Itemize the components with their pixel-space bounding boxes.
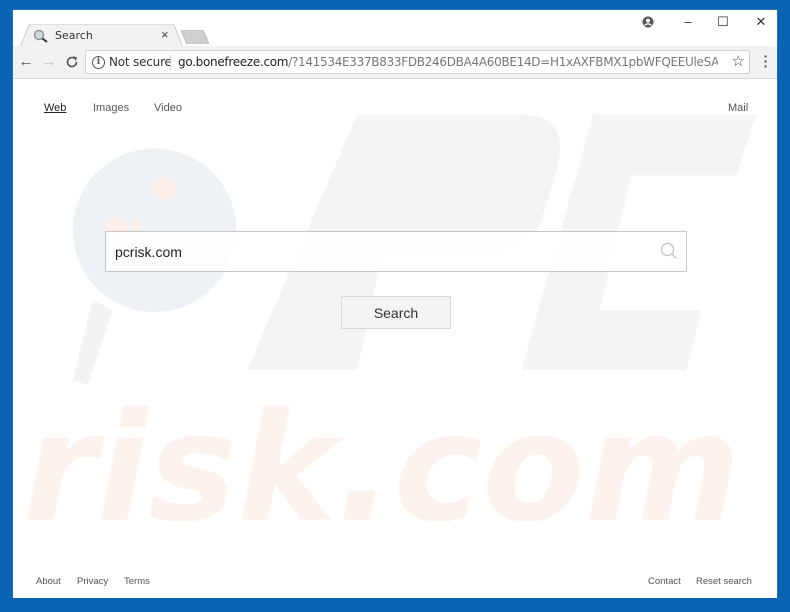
search-icon[interactable]: [660, 242, 678, 260]
tab-title: Search: [55, 29, 93, 42]
reload-icon[interactable]: [65, 55, 79, 69]
security-status[interactable]: Not secure: [109, 55, 172, 69]
browser-window: Search × – ☐ ✕ ← → i Not secure go.bonef…: [12, 9, 778, 598]
close-window-button[interactable]: ✕: [746, 14, 776, 30]
pcrisk-watermark: risk.com: [23, 114, 757, 556]
forward-button[interactable]: →: [39, 53, 59, 70]
back-button[interactable]: ←: [16, 53, 36, 70]
footer-reset-search[interactable]: Reset search: [696, 576, 752, 587]
url-path: /?141534E337B833FDB246DBA4A60BE14D=H1xAX…: [288, 55, 718, 69]
page-content: risk.com Web Images Video Mail Search Ab…: [13, 80, 777, 598]
url-text[interactable]: go.bonefreeze.com/?141534E337B833FDB246D…: [178, 55, 718, 69]
footer-about[interactable]: About: [36, 576, 61, 587]
footer-privacy[interactable]: Privacy: [77, 576, 108, 587]
nav-video[interactable]: Video: [154, 102, 182, 114]
bookmark-star-icon[interactable]: ☆: [732, 52, 745, 70]
account-icon[interactable]: [642, 16, 654, 28]
url-host: go.bonefreeze.com: [178, 55, 289, 69]
watermark-risk-text: risk.com: [23, 382, 741, 556]
new-tab-button[interactable]: [181, 30, 209, 44]
browser-menu-icon[interactable]: · · ·: [760, 49, 772, 73]
title-bar: Search × – ☐ ✕: [13, 10, 777, 50]
search-button[interactable]: Search: [341, 296, 451, 329]
footer-terms[interactable]: Terms: [124, 576, 150, 587]
browser-toolbar: ← → i Not secure go.bonefreeze.com/?1415…: [13, 46, 777, 79]
maximize-button[interactable]: ☐: [708, 14, 738, 30]
search-box: [105, 231, 687, 272]
nav-mail[interactable]: Mail: [728, 102, 748, 114]
tab-search[interactable]: Search ×: [19, 24, 185, 50]
nav-web[interactable]: Web: [44, 102, 66, 114]
search-favicon-icon: [33, 29, 48, 43]
minimize-button[interactable]: –: [673, 14, 703, 29]
search-input[interactable]: [106, 232, 646, 271]
address-bar[interactable]: i Not secure go.bonefreeze.com/?141534E3…: [85, 50, 750, 74]
address-separator: [170, 55, 171, 70]
tab-close-icon[interactable]: ×: [161, 27, 169, 42]
info-icon[interactable]: i: [92, 56, 105, 69]
nav-images[interactable]: Images: [93, 102, 129, 114]
footer-contact[interactable]: Contact: [648, 576, 681, 587]
